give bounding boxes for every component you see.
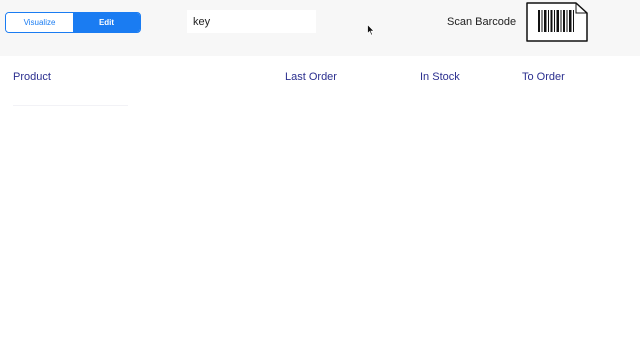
mode-segmented-control: Visualize Edit [5,12,141,33]
scan-barcode-label[interactable]: Scan Barcode [447,16,516,28]
column-header-in-stock: In Stock [420,71,460,83]
toolbar: Visualize Edit Scan Barcode [0,0,640,56]
search-input[interactable] [187,10,316,33]
column-header-product: Product [13,71,51,83]
edit-segment[interactable]: Edit [73,13,140,32]
mouse-cursor-icon [367,24,375,36]
inventory-screen: Visualize Edit Scan Barcode [0,0,640,360]
visualize-segment[interactable]: Visualize [6,13,73,32]
column-header-last-order: Last Order [285,71,337,83]
header-divider [13,105,128,106]
barcode-icon[interactable] [526,2,588,42]
column-header-to-order: To Order [522,71,565,83]
